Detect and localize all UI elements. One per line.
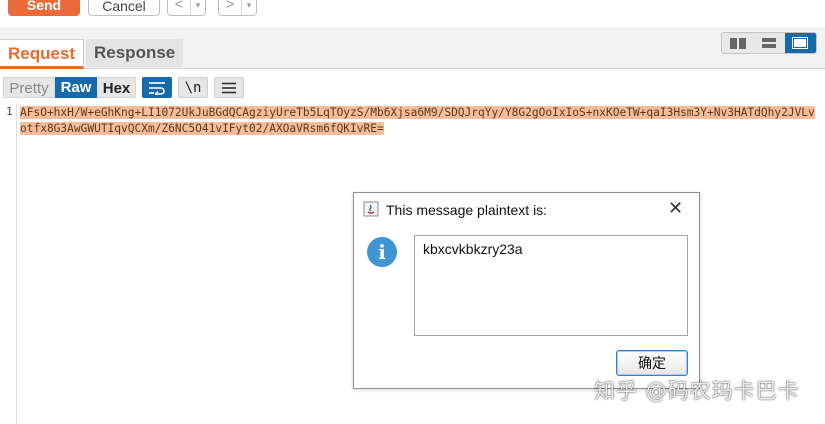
cancel-button[interactable]: Cancel: [88, 0, 160, 16]
close-icon[interactable]: ✕: [668, 199, 683, 217]
view-pretty-button[interactable]: Pretty: [3, 77, 55, 98]
selected-text[interactable]: AFsO+hxH/W+eGhKng+LI1072UkJuBGdQCAgziyUr…: [20, 106, 815, 135]
single-panel-icon: [792, 37, 809, 49]
send-button[interactable]: Send: [8, 0, 80, 16]
editor-menu-button[interactable]: [214, 77, 244, 98]
split-rows-button[interactable]: [753, 33, 784, 53]
watermark: 知乎 @码农玛卡巴卡: [594, 379, 800, 403]
editor-toolbar: Pretty Raw Hex \n: [0, 69, 825, 102]
layout-toggle-group: [721, 32, 817, 54]
word-wrap-icon: [149, 81, 165, 95]
word-wrap-button[interactable]: [142, 77, 172, 98]
single-panel-button[interactable]: [784, 33, 816, 53]
back-icon[interactable]: <: [168, 0, 190, 15]
plaintext-dialog: This message plaintext is: ✕ i kbxcvkbkz…: [353, 192, 700, 389]
action-bar: Send Cancel < ▾ > ▾: [0, 0, 825, 28]
message-tabs-bar: Request Response: [0, 27, 825, 69]
menu-icon: [222, 82, 236, 93]
forward-icon[interactable]: >: [219, 0, 241, 15]
dialog-title: This message plaintext is:: [386, 202, 548, 218]
tab-response[interactable]: Response: [86, 39, 184, 67]
split-columns-button[interactable]: [722, 33, 753, 53]
ok-button[interactable]: 确定: [616, 350, 688, 376]
chevron-down-icon[interactable]: ▾: [241, 0, 256, 15]
line-number: 1: [6, 105, 13, 118]
raw-message-editor[interactable]: AFsO+hxH/W+eGhKng+LI1072UkJuBGdQCAgziyUr…: [20, 105, 815, 137]
tab-request[interactable]: Request: [0, 39, 85, 69]
line-gutter: [0, 103, 17, 424]
view-raw-button[interactable]: Raw: [55, 77, 97, 98]
split-columns-icon: [729, 37, 746, 49]
view-hex-button[interactable]: Hex: [97, 77, 136, 98]
info-icon: i: [367, 237, 397, 267]
split-rows-icon: [761, 37, 776, 48]
show-newlines-button[interactable]: \n: [178, 77, 208, 98]
chevron-down-icon[interactable]: ▾: [190, 0, 205, 15]
java-app-icon: [363, 201, 379, 217]
plaintext-message-field[interactable]: kbxcvkbkzry23a: [414, 235, 688, 336]
history-forward-group[interactable]: > ▾: [218, 0, 257, 16]
history-back-group[interactable]: < ▾: [167, 0, 206, 16]
